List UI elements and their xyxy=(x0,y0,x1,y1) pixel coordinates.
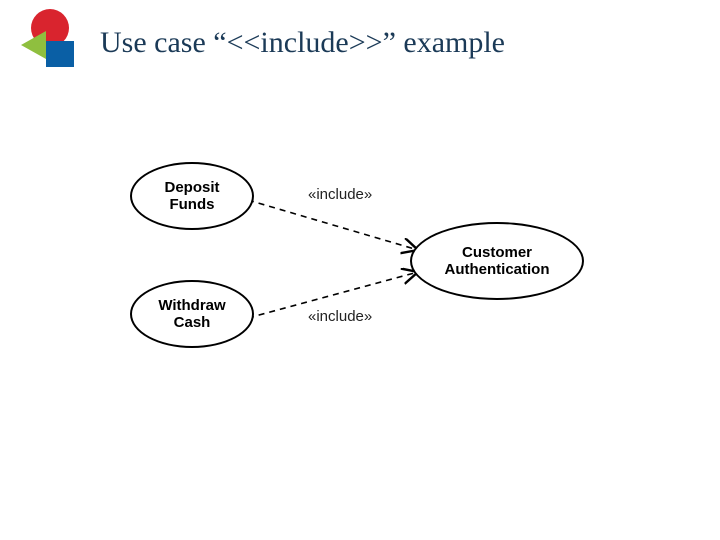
include-label-bottom: «include» xyxy=(308,308,372,325)
include-label-top: «include» xyxy=(308,186,372,203)
use-case-label: Authentication xyxy=(445,261,550,278)
use-case-label: Customer xyxy=(462,244,532,261)
logo-icon xyxy=(14,6,84,76)
use-case-label: Withdraw xyxy=(158,297,225,314)
use-case-customer-authentication: Customer Authentication xyxy=(410,222,584,300)
use-case-label: Deposit xyxy=(164,179,219,196)
use-case-deposit-funds: Deposit Funds xyxy=(130,162,254,230)
slide: Use case “<<include>>” example Deposit F… xyxy=(0,0,720,540)
use-case-label: Cash xyxy=(174,314,211,331)
slide-title: Use case “<<include>>” example xyxy=(100,26,505,60)
use-case-diagram: Deposit Funds Withdraw Cash Customer Aut… xyxy=(130,150,590,380)
use-case-label: Funds xyxy=(169,196,214,213)
use-case-withdraw-cash: Withdraw Cash xyxy=(130,280,254,348)
